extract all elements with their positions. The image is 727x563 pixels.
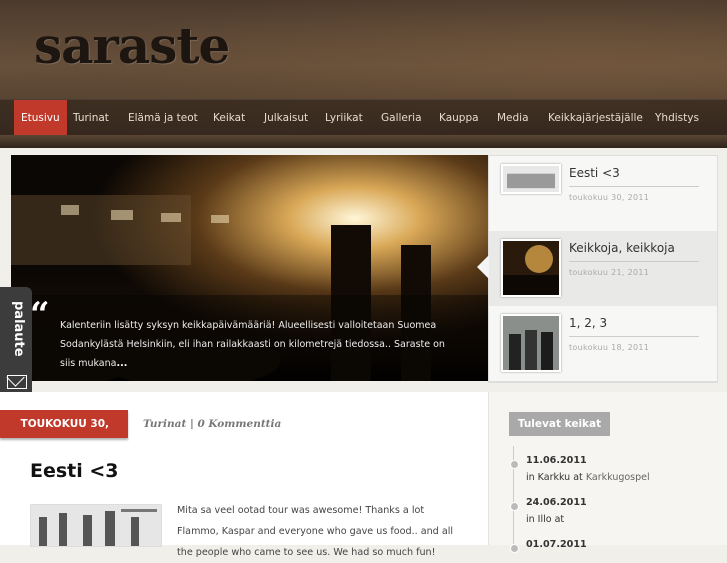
thumb-title[interactable]: Eesti <3 (569, 166, 699, 187)
nav-item-turinat[interactable]: Turinat (73, 100, 109, 136)
thumb-title[interactable]: 1, 2, 3 (569, 316, 699, 337)
thumb-date: toukokuu 21, 2011 (569, 268, 650, 277)
nav-item-kauppa[interactable]: Kauppa (439, 100, 479, 136)
header-bottom-strip (0, 135, 727, 148)
nav-item-galleria[interactable]: Galleria (381, 100, 422, 136)
main-nav: Etusivu Turinat Elämä ja teot Keikat Jul… (0, 99, 727, 142)
event-date: 24.06.2011 (526, 497, 587, 508)
site-header: saraste Etusivu Turinat Elämä ja teot Ke… (0, 0, 727, 148)
nav-item-keikkajarjestajalle[interactable]: Keikkajärjestäjälle (548, 100, 643, 136)
nav-item-etusivu[interactable]: Etusivu (14, 100, 67, 142)
nav-item-lyriikat[interactable]: Lyriikat (325, 100, 363, 136)
nav-item-julkaisut[interactable]: Julkaisut (264, 100, 308, 136)
quote-icon: “ (30, 295, 50, 335)
nav-item-yhdistys[interactable]: Yhdistys (655, 100, 699, 136)
event-prefix: in Karkku at (526, 472, 583, 483)
post-meta: Turinat | 0 Kommenttia (143, 418, 281, 430)
slider-thumbnails: Eesti <3 toukokuu 30, 2011 Keikkoja, kei… (488, 155, 718, 383)
timeline-dot (510, 460, 519, 469)
feedback-tab[interactable]: palaute (0, 287, 32, 405)
thumb-date: toukokuu 30, 2011 (569, 193, 650, 202)
event-location: in Karkku at Karkkugospel (526, 472, 650, 483)
post-date: TOUKOKUU 30, 2011 (20, 418, 109, 458)
timeline-dot (510, 544, 519, 553)
slide-read-more[interactable]: ... (116, 358, 127, 369)
mail-icon (7, 375, 27, 389)
nav-item-keikat[interactable]: Keikat (213, 100, 245, 136)
nav-item-elama-ja-teot[interactable]: Elämä ja teot (128, 100, 198, 136)
post-comments-link[interactable]: 0 Kommenttia (197, 418, 281, 430)
slide-caption: Kalenteriin lisätty syksyn keikkapäivämä… (60, 316, 450, 373)
thumb-image (501, 239, 561, 297)
event-prefix: in Illo at (526, 514, 565, 525)
nav-item-media[interactable]: Media (497, 100, 529, 136)
meta-separator: | (186, 418, 198, 430)
active-thumb-pointer (477, 255, 489, 279)
post-thumbnail[interactable] (30, 504, 162, 547)
thumb-image (501, 164, 561, 194)
site-logo[interactable]: saraste (34, 16, 230, 75)
upcoming-gigs-title: Tulevat keikat (509, 412, 610, 436)
thumb-item[interactable]: Keikkoja, keikkoja toukokuu 21, 2011 (489, 231, 717, 307)
thumb-title[interactable]: Keikkoja, keikkoja (569, 241, 699, 262)
thumb-image (501, 314, 561, 372)
event-venue-link[interactable]: Karkkugospel (586, 472, 650, 483)
feedback-label: palaute (11, 301, 26, 357)
thumb-date: toukokuu 18, 2011 (569, 343, 650, 352)
thumb-item[interactable]: 1, 2, 3 toukokuu 18, 2011 (489, 306, 717, 382)
post-date-ribbon: TOUKOKUU 30, 2011 (0, 410, 128, 458)
event-date: 11.06.2011 (526, 455, 587, 466)
timeline-dot (510, 502, 519, 511)
post-category-link[interactable]: Turinat (143, 418, 186, 430)
event-location: in Illo at (526, 514, 564, 525)
post-excerpt: Mita sa veel ootad tour was awesome! Tha… (177, 505, 454, 558)
post-title[interactable]: Eesti <3 (30, 460, 119, 482)
thumb-item[interactable]: Eesti <3 toukokuu 30, 2011 (489, 156, 717, 232)
